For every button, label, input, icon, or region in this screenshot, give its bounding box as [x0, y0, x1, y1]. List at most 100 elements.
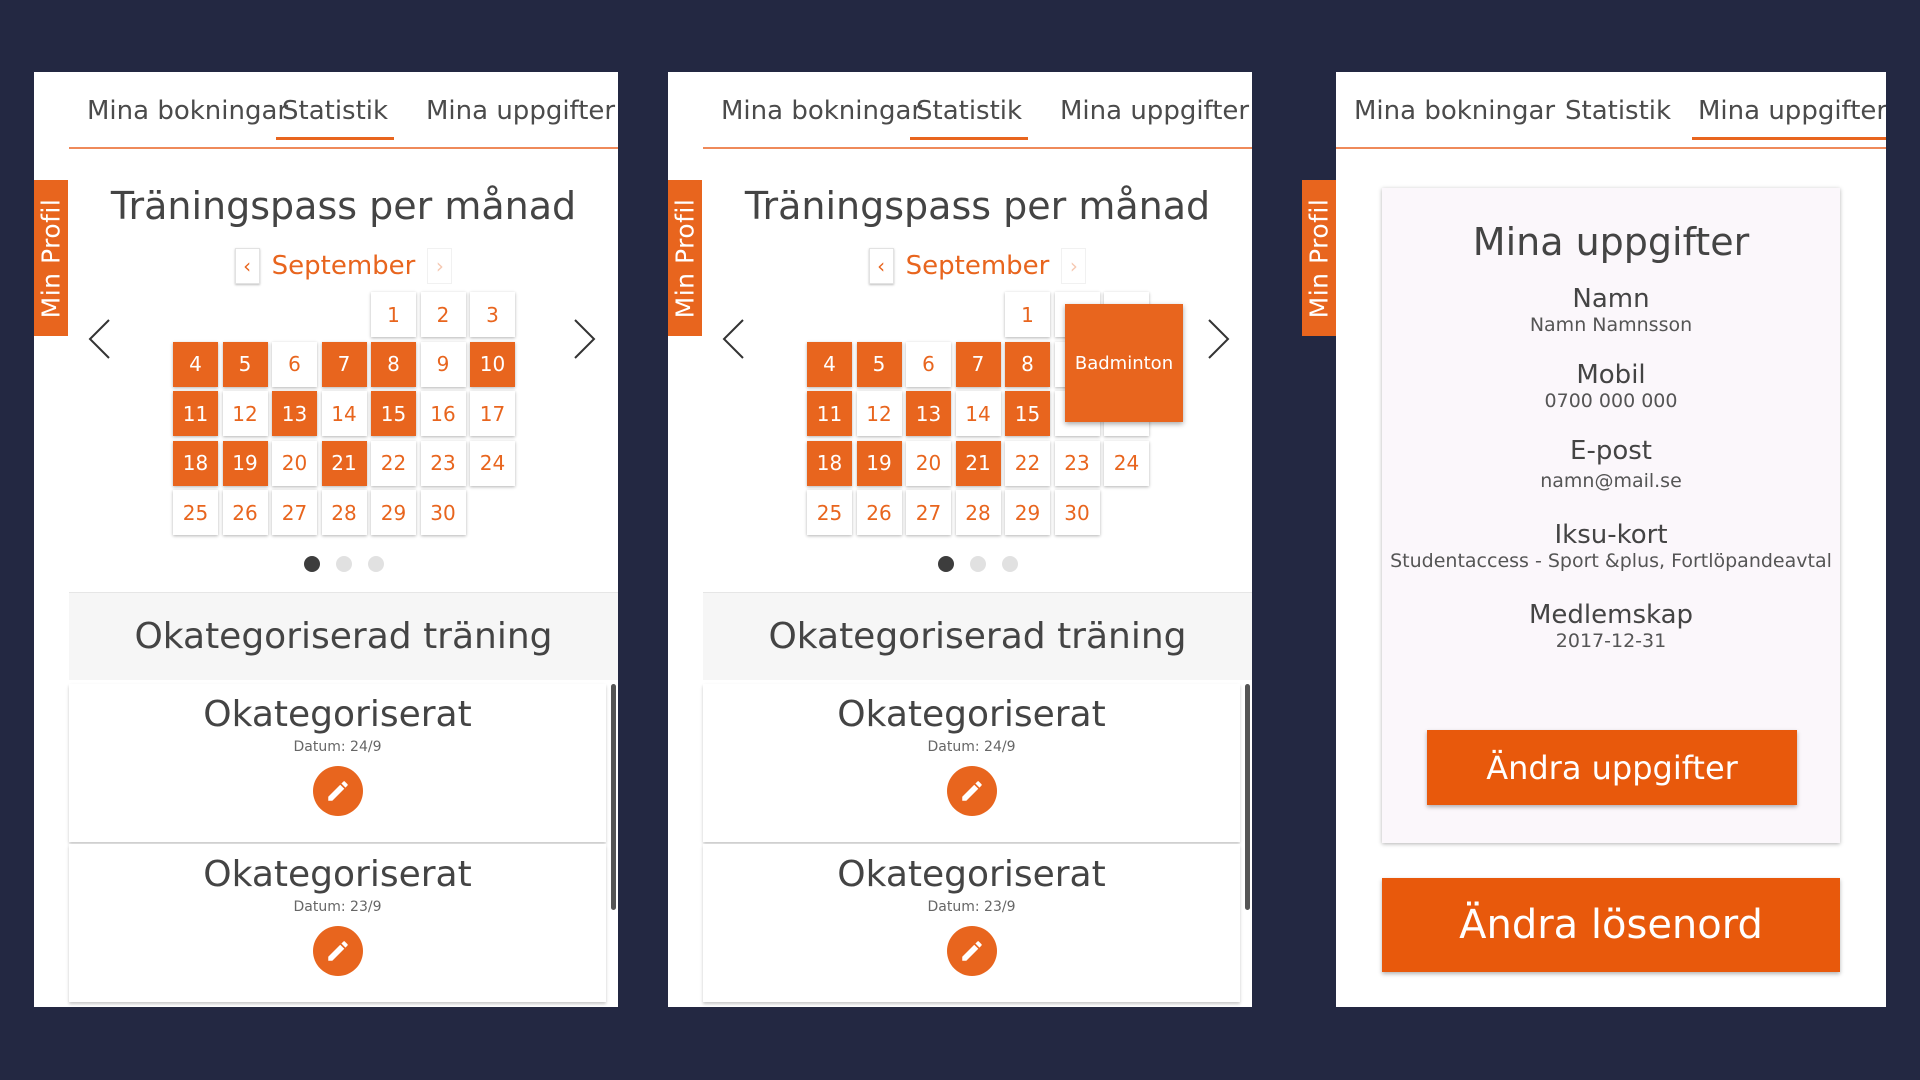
next-month-button[interactable]: ›	[1061, 248, 1087, 284]
field-value: Namn Namnsson	[1529, 314, 1693, 336]
calendar-day[interactable]: 11	[173, 391, 218, 436]
calendar-day[interactable]: 2	[420, 292, 466, 337]
calendar-day[interactable]: 28	[321, 490, 367, 535]
calendar-day[interactable]: 9	[420, 341, 466, 387]
prev-month-button[interactable]: ‹	[234, 248, 260, 284]
calendar-day[interactable]: 4	[807, 341, 852, 387]
pencil-icon[interactable]	[946, 766, 997, 816]
carousel-next-icon[interactable]	[573, 318, 597, 360]
carousel-dot[interactable]	[937, 556, 954, 572]
calendar-day[interactable]: 28	[955, 490, 1001, 535]
calendar-day[interactable]: 19	[856, 440, 902, 486]
scrollbar[interactable]	[611, 684, 616, 910]
calendar-day[interactable]: 29	[1005, 490, 1050, 535]
profile-field-name: Namn Namn Namnsson	[1382, 284, 1840, 336]
calendar-day[interactable]: 1	[371, 292, 416, 337]
tab-statistik[interactable]: Statistik	[275, 96, 395, 140]
calendar-day[interactable]: 1	[1005, 292, 1050, 337]
calendar-day[interactable]: 14	[321, 391, 367, 436]
tab-mina-bokningar[interactable]: Mina bokningar	[1354, 96, 1555, 126]
card-date: Datum: 24/9	[927, 739, 1016, 755]
carousel-dot[interactable]	[303, 556, 320, 572]
calendar-day[interactable]: 21	[955, 440, 1001, 486]
calendar-day[interactable]: 27	[906, 490, 951, 535]
carousel-prev-icon[interactable]	[87, 318, 111, 360]
calendar-day[interactable]: 8	[1005, 341, 1050, 387]
calendar-day[interactable]: 12	[856, 391, 902, 436]
edit-details-button[interactable]: Ändra uppgifter	[1427, 730, 1797, 805]
calendar-day[interactable]: 22	[1005, 440, 1050, 486]
calendar-day[interactable]: 6	[272, 341, 317, 387]
tab-statistik[interactable]: Statistik	[1565, 96, 1671, 126]
side-tab-label: Min Profil	[36, 198, 66, 318]
calendar-day[interactable]: 26	[856, 490, 902, 535]
calendar-day[interactable]: 18	[807, 440, 852, 486]
profile-field-mobile: Mobil 0700 000 000	[1382, 360, 1840, 412]
min-profil-side-tab[interactable]: Min Profil	[34, 180, 68, 336]
calendar-day[interactable]: 5	[222, 341, 268, 387]
calendar-day[interactable]: 16	[420, 391, 466, 436]
statistics-title: Träningspass per månad	[110, 184, 577, 228]
calendar-day[interactable]: 20	[272, 440, 317, 486]
calendar-day[interactable]: 17	[470, 391, 515, 436]
calendar-day[interactable]: 30	[1054, 490, 1100, 535]
carousel-next-icon[interactable]	[1207, 318, 1231, 360]
calendar-day[interactable]: 13	[272, 391, 317, 436]
scrollbar[interactable]	[1245, 684, 1250, 910]
pencil-icon[interactable]	[312, 926, 363, 976]
tab-mina-uppgifter[interactable]: Mina uppgifter	[1691, 96, 1886, 140]
next-month-button[interactable]: ›	[427, 248, 453, 284]
field-value: namn@mail.se	[1540, 470, 1682, 492]
tab-mina-bokningar[interactable]: Mina bokningar	[87, 96, 288, 126]
calendar-day[interactable]: 5	[856, 341, 902, 387]
field-label: Iksu-kort	[1554, 520, 1668, 550]
calendar-day[interactable]: 13	[906, 391, 951, 436]
carousel-dot[interactable]	[335, 556, 352, 572]
side-tab-label: Min Profil	[670, 198, 700, 318]
calendar-day[interactable]: 25	[173, 490, 218, 535]
calendar-day[interactable]: 4	[173, 341, 218, 387]
calendar-day[interactable]: 18	[173, 440, 218, 486]
carousel-dot[interactable]	[367, 556, 384, 572]
calendar-day[interactable]: 23	[1054, 440, 1100, 486]
tab-mina-bokningar[interactable]: Mina bokningar	[721, 96, 922, 126]
pencil-icon[interactable]	[312, 766, 363, 816]
min-profil-side-tab[interactable]: Min Profil	[668, 180, 702, 336]
calendar-day[interactable]: 11	[807, 391, 852, 436]
tab-statistik[interactable]: Statistik	[909, 96, 1029, 140]
min-profil-side-tab[interactable]: Min Profil	[1302, 180, 1336, 336]
calendar-day[interactable]: 26	[222, 490, 268, 535]
calendar-day[interactable]: 22	[371, 440, 416, 486]
calendar-day[interactable]: 27	[272, 490, 317, 535]
section-title: Okategoriserad träning	[703, 592, 1252, 680]
calendar-day[interactable]: 24	[470, 440, 515, 486]
tab-mina-uppgifter[interactable]: Mina uppgifter	[426, 96, 615, 126]
calendar-day[interactable]: 24	[1104, 440, 1149, 486]
calendar-day[interactable]: 8	[371, 341, 416, 387]
calendar-day[interactable]: 15	[371, 391, 416, 436]
card-title: Okategoriserat	[837, 694, 1106, 735]
carousel-dot[interactable]	[1001, 556, 1018, 572]
calendar-day[interactable]: 14	[955, 391, 1001, 436]
calendar-day[interactable]: 7	[321, 341, 367, 387]
change-password-button[interactable]: Ändra lösenord	[1382, 878, 1840, 972]
side-tab-label: Min Profil	[1304, 198, 1334, 318]
calendar-day[interactable]: 30	[420, 490, 466, 535]
calendar-day[interactable]: 15	[1005, 391, 1050, 436]
calendar-day[interactable]: 3	[470, 292, 515, 337]
pencil-icon[interactable]	[946, 926, 997, 976]
calendar-day[interactable]: 12	[222, 391, 268, 436]
calendar-day[interactable]: 23	[420, 440, 466, 486]
calendar-day[interactable]: 7	[955, 341, 1001, 387]
calendar-day[interactable]: 6	[906, 341, 951, 387]
calendar-day[interactable]: 29	[371, 490, 416, 535]
prev-month-button[interactable]: ‹	[868, 248, 894, 284]
tab-mina-uppgifter[interactable]: Mina uppgifter	[1060, 96, 1249, 126]
carousel-dot[interactable]	[969, 556, 986, 572]
carousel-prev-icon[interactable]	[721, 318, 745, 360]
calendar-day[interactable]: 21	[321, 440, 367, 486]
calendar-day[interactable]: 20	[906, 440, 951, 486]
calendar-day[interactable]: 25	[807, 490, 852, 535]
calendar-day[interactable]: 10	[470, 341, 515, 387]
calendar-day[interactable]: 19	[222, 440, 268, 486]
